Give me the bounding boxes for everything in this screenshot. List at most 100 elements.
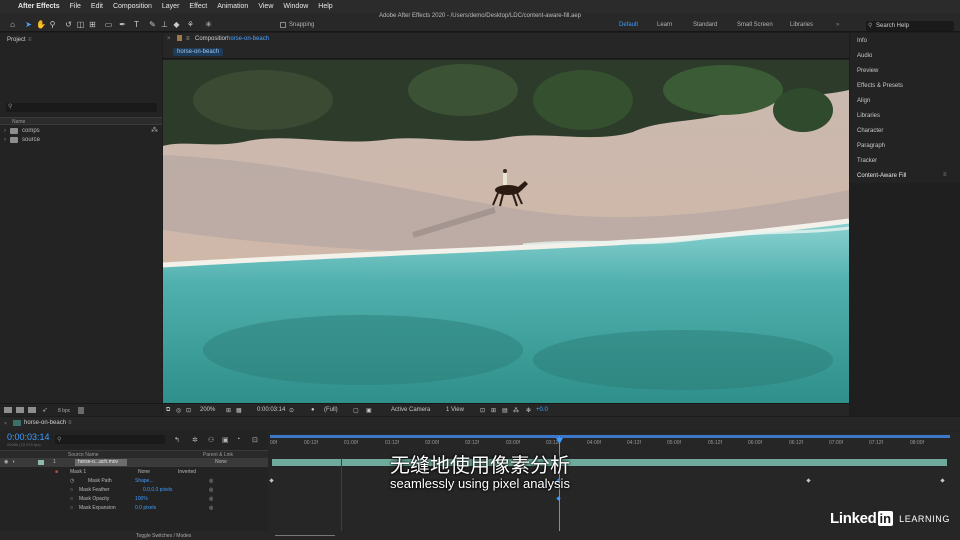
stopwatch-icon[interactable]: ○ — [70, 487, 73, 493]
render-queue-icon[interactable]: ➶ — [42, 406, 48, 414]
visibility-icon[interactable]: ◉ — [4, 459, 8, 465]
rectangle-tool-icon[interactable]: ▭ — [104, 20, 113, 29]
panel-menu-icon[interactable]: ≡ — [68, 420, 72, 426]
panel-content-aware-fill[interactable]: Content-Aware Fill — [857, 173, 906, 179]
stopwatch-icon[interactable]: ○ — [70, 496, 73, 502]
bpc-label[interactable]: 8 bpc — [58, 408, 70, 414]
label-color-swatch[interactable] — [38, 460, 44, 465]
project-item[interactable]: › comps — [4, 126, 40, 135]
mask-mode-select[interactable]: None — [138, 469, 150, 475]
mask-visibility-icon[interactable]: ◎ — [176, 407, 181, 414]
new-folder-icon[interactable] — [16, 407, 24, 413]
timeline-search-input[interactable]: ⚲ — [55, 435, 165, 444]
view-layout-select[interactable]: 1 View — [446, 407, 464, 413]
panel-libraries[interactable]: Libraries — [857, 113, 880, 119]
expression-pickwhip-icon[interactable]: ◎ — [209, 505, 213, 511]
graph-editor-icon[interactable]: ⊡ — [252, 436, 258, 444]
zoom-slider[interactable] — [275, 535, 335, 536]
snapping-checkbox[interactable] — [280, 22, 286, 28]
layer-parent-value[interactable]: None — [215, 459, 227, 465]
zoom-level[interactable]: 200% — [200, 407, 215, 413]
panel-preview[interactable]: Preview — [857, 68, 878, 74]
mask-color-swatch[interactable]: ■ — [55, 469, 58, 475]
menu-file[interactable]: File — [70, 3, 81, 10]
toggle-switches-modes-button[interactable]: Toggle Switches / Modes — [136, 533, 191, 539]
brush-tool-icon[interactable]: ✎ — [148, 20, 157, 29]
hand-tool-icon[interactable]: ✋ — [36, 20, 46, 29]
menu-composition[interactable]: Composition — [113, 3, 152, 10]
panel-effects-presets[interactable]: Effects & Presets — [857, 83, 903, 89]
workspace-libraries[interactable]: Libraries — [790, 22, 813, 28]
toggle-pixel-aspect-icon[interactable]: ⊡ — [480, 407, 485, 414]
panel-tracker[interactable]: Tracker — [857, 158, 877, 164]
workspace-standard[interactable]: Standard — [693, 22, 717, 28]
panel-menu-icon[interactable]: ≡ — [186, 36, 190, 42]
mask-path-value[interactable]: Shape... — [135, 478, 154, 484]
camera-select[interactable]: Active Camera — [391, 407, 430, 413]
search-help-input[interactable]: ⚲ Search Help — [866, 21, 954, 31]
close-icon[interactable]: × — [167, 36, 171, 42]
workspace-small-screen[interactable]: Small Screen — [737, 22, 773, 28]
project-search-input[interactable]: ⚲ — [6, 103, 157, 112]
mask-feather-value[interactable]: 0.0,0.0 pixels — [143, 487, 172, 493]
channel-icon[interactable]: ● — [311, 407, 315, 413]
menu-help[interactable]: Help — [318, 3, 332, 10]
disclosure-icon[interactable]: › — [4, 137, 6, 143]
menu-edit[interactable]: Edit — [91, 3, 103, 10]
interpret-footage-icon[interactable] — [4, 407, 12, 413]
stopwatch-icon[interactable]: ○ — [70, 505, 73, 511]
panel-menu-icon[interactable]: ≡ — [943, 172, 947, 178]
home-icon[interactable]: ⌂ — [8, 20, 17, 29]
panel-menu-icon[interactable]: ≡ — [28, 37, 32, 43]
audio-icon[interactable]: ◖ — [12, 459, 15, 465]
expression-pickwhip-icon[interactable]: ◎ — [209, 496, 213, 502]
selection-tool-icon[interactable]: ➤ — [24, 20, 33, 29]
exposure-icon[interactable]: ✻ — [526, 407, 531, 414]
camera-tool-icon[interactable]: ◫ — [76, 20, 85, 29]
timeline-timecode[interactable]: 0:00:03:14 — [7, 432, 50, 442]
roto-brush-tool-icon[interactable]: ⚘ — [186, 20, 195, 29]
menu-app-name[interactable]: After Effects — [18, 3, 60, 10]
workspace-overflow-icon[interactable]: » — [836, 22, 839, 28]
column-name-label[interactable]: Name — [12, 119, 25, 125]
puppet-tool-icon[interactable]: ✳ — [204, 20, 213, 29]
zoom-tool-icon[interactable]: ⚲ — [48, 20, 57, 29]
panel-info[interactable]: Info — [857, 38, 867, 44]
layer-row[interactable]: ◉ ◖ 1 None — [0, 458, 268, 467]
pan-behind-tool-icon[interactable]: ⊞ — [88, 20, 97, 29]
always-preview-icon[interactable]: ⧉ — [166, 407, 170, 414]
panel-character[interactable]: Character — [857, 128, 883, 134]
grid-icon[interactable]: ⊞ — [226, 407, 231, 414]
frame-blending-icon[interactable]: ▣ — [222, 436, 229, 444]
expression-pickwhip-icon[interactable]: ◎ — [209, 478, 213, 484]
mask-inverted-checkbox[interactable]: Inverted — [178, 469, 196, 475]
disclosure-icon[interactable]: › — [4, 128, 6, 134]
lock-icon[interactable] — [177, 35, 182, 41]
workspace-default[interactable]: Default — [619, 22, 638, 28]
menu-window[interactable]: Window — [283, 3, 308, 10]
trash-icon[interactable] — [78, 407, 84, 414]
close-icon[interactable]: × — [4, 421, 7, 427]
flowchart-icon[interactable]: ⁂ — [151, 126, 158, 134]
shy-layers-icon[interactable]: ⚇ — [208, 436, 214, 444]
viewer-timecode[interactable]: 0:00:03:14 — [257, 407, 285, 413]
menu-animation[interactable]: Animation — [217, 3, 248, 10]
panel-align[interactable]: Align — [857, 98, 870, 104]
composition-tab-label[interactable]: Composition — [195, 36, 228, 42]
exposure-value[interactable]: +0.0 — [536, 407, 548, 413]
layer-name[interactable]: horse-o...ach.mov — [75, 459, 127, 466]
menu-effect[interactable]: Effect — [189, 3, 207, 10]
new-composition-icon[interactable] — [28, 407, 36, 413]
composition-viewer[interactable] — [163, 60, 849, 403]
panel-paragraph[interactable]: Paragraph — [857, 143, 885, 149]
rotate-tool-icon[interactable]: ↺ — [64, 20, 73, 29]
transparency-grid-icon[interactable]: ▦ — [236, 407, 242, 414]
type-tool-icon[interactable]: T — [132, 20, 141, 29]
timeline-tab-label[interactable]: horse-on-beach — [24, 420, 66, 426]
project-item[interactable]: › source — [4, 135, 40, 144]
pen-tool-icon[interactable]: ✒ — [118, 20, 127, 29]
mask-expansion-value[interactable]: 0.0 pixels — [135, 505, 156, 511]
draft-3d-icon[interactable]: ✲ — [192, 436, 198, 444]
work-area-bar[interactable] — [270, 435, 950, 438]
stopwatch-icon[interactable]: ◷ — [70, 478, 74, 484]
